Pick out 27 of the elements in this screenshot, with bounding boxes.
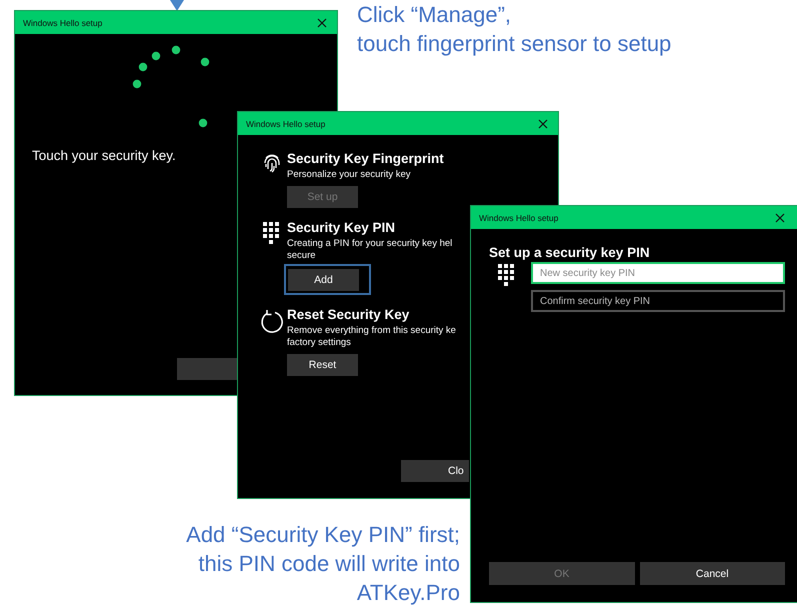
section-heading: Reset Security Key (287, 307, 410, 322)
close-icon[interactable] (317, 18, 327, 28)
instruction-text: Touch your security key. (32, 148, 176, 163)
instruction-note: Add “Security Key PIN” first; this PIN code will write into ATKey.Pro (186, 521, 460, 607)
fingerprint-icon (262, 153, 280, 173)
down-arrow-icon (170, 0, 184, 11)
section-description: Creating a PIN for your security key hel secure (287, 238, 452, 262)
instruction-note: Click “Manage”, touch fingerprint sensor to setup (357, 1, 672, 58)
pin-field[interactable]: New security key PIN (531, 262, 785, 284)
window-title: Windows Hello setup (23, 18, 102, 28)
keypad-icon (263, 222, 280, 244)
reset-icon (258, 309, 284, 335)
section-heading: Security Key PIN (287, 220, 396, 235)
dialog-heading: Set up a security key PIN (489, 245, 651, 260)
window-title: Windows Hello setup (246, 118, 326, 128)
close-icon[interactable] (538, 118, 548, 128)
section-description: Remove everything from this security ke factory settings (287, 325, 456, 349)
section-description: Personalize your security key (287, 169, 411, 181)
close-icon[interactable] (775, 212, 785, 222)
action-button[interactable]: Add (288, 269, 359, 291)
window-title: Windows Hello setup (479, 212, 558, 222)
pin-field[interactable]: Confirm security key PIN (531, 290, 785, 312)
close-button[interactable]: Clo (401, 460, 469, 482)
action-button[interactable]: Reset (287, 354, 358, 376)
section-heading: Security Key Fingerprint (287, 151, 444, 166)
keypad-icon (498, 264, 515, 286)
dialog-button[interactable]: Cancel (640, 562, 785, 585)
